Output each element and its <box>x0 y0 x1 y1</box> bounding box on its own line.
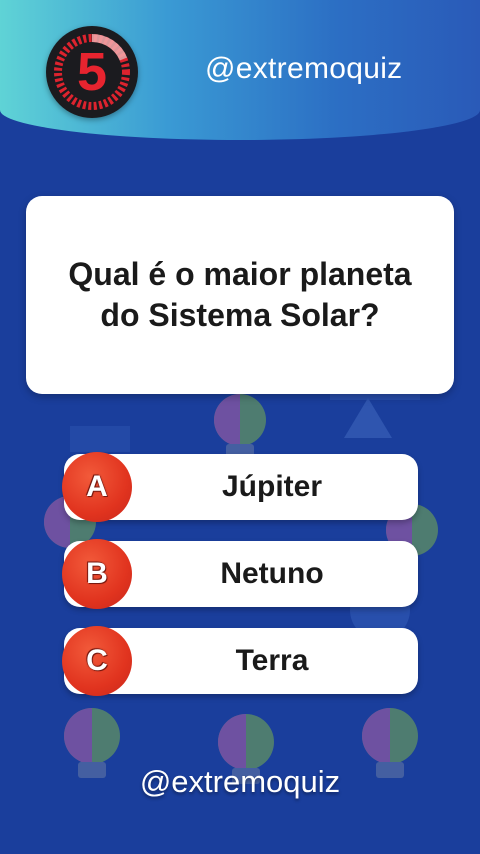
option-label: Netuno <box>220 557 324 590</box>
option-label: Júpiter <box>221 470 323 503</box>
question-text: Qual é o maior planeta do Sistema Solar? <box>68 256 412 333</box>
option-a-button[interactable]: A Júpiter <box>62 452 418 522</box>
option-letter-badge: A <box>62 452 132 522</box>
option-label: Terra <box>235 644 309 677</box>
option-c-button[interactable]: C Terra <box>62 626 418 696</box>
option-letter-badge: C <box>62 626 132 696</box>
header-banner: 5 @extremoquiz <box>0 0 480 140</box>
option-b-button[interactable]: B Netuno <box>62 539 418 609</box>
triangle-shape <box>344 398 392 438</box>
option-letter-badge: B <box>62 539 132 609</box>
footer-handle: @extremoquiz <box>139 764 341 799</box>
countdown-timer: 5 <box>46 26 138 118</box>
lightbulb-icon <box>214 394 266 458</box>
timer-value: 5 <box>76 42 108 102</box>
question-card: Qual é o maior planeta do Sistema Solar? <box>26 196 454 394</box>
header-handle: @extremoquiz <box>205 52 403 85</box>
